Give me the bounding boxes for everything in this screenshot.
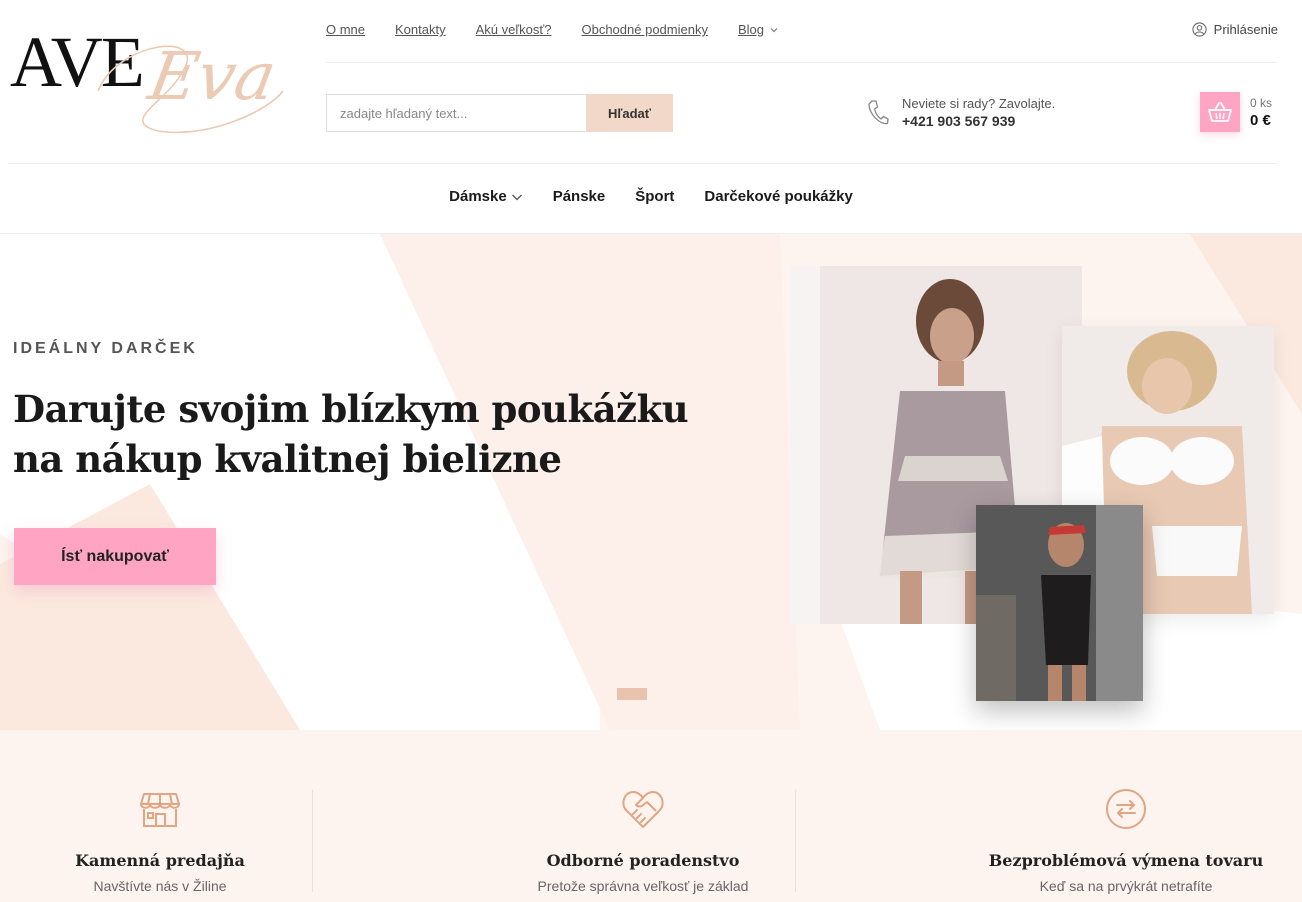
cart-quantity: 0 ks xyxy=(1250,96,1273,110)
cart-icon-box xyxy=(1200,92,1240,132)
topnav-about[interactable]: O mne xyxy=(326,22,365,37)
features-strip: Kamenná predajňa Navštívte nás v Žiline … xyxy=(0,730,1302,902)
exchange-icon xyxy=(1106,789,1146,829)
topnav-terms[interactable]: Obchodné podmienky xyxy=(581,22,707,37)
feature-store-title: Kamenná predajňa xyxy=(75,851,245,870)
login-link[interactable]: Prihlásenie xyxy=(1192,22,1278,37)
feature-divider xyxy=(312,790,313,892)
cart-widget[interactable]: 0 ks 0 € xyxy=(1200,92,1272,132)
feature-advice-title: Odborné poradenstvo xyxy=(546,851,740,870)
contact-question: Neviete si rady? Zavolajte. xyxy=(902,96,1056,111)
contact-phone: Neviete si rady? Zavolajte. +421 903 567… xyxy=(866,96,1055,129)
logo-script: Eva xyxy=(143,38,282,115)
feature-exchange-title: Bezproblémová výmena tovaru xyxy=(988,851,1264,870)
hero-cta-button[interactable]: Ísť nakupovať xyxy=(14,528,216,585)
model-photo-icon xyxy=(976,505,1143,701)
cart-total: 0 € xyxy=(1250,112,1271,129)
mainnav-sport[interactable]: Šport xyxy=(635,188,674,205)
search-form: Hľadať xyxy=(326,94,673,132)
mainnav-gift-vouchers-label: Darčekové poukážky xyxy=(704,188,853,205)
chevron-down-icon xyxy=(511,194,522,200)
hero-eyebrow: IDEÁLNY DARČEK xyxy=(13,340,198,357)
feature-exchange: Bezproblémová výmena tovaru Keď sa na pr… xyxy=(985,788,1267,894)
mainnav-women-label: Dámske xyxy=(449,188,507,205)
main-navigation: Dámske Pánske Šport Darčekové poukážky xyxy=(0,188,1302,205)
topnav-contacts-label: Kontakty xyxy=(395,22,446,37)
feature-store: Kamenná predajňa Navštívte nás v Žiline xyxy=(40,788,280,894)
brand-logo[interactable]: AVE Eva xyxy=(8,26,298,136)
search-button[interactable]: Hľadať xyxy=(586,94,673,132)
search-input[interactable] xyxy=(326,94,586,132)
feature-advice: Odborné poradenstvo Pretože správna veľk… xyxy=(503,788,783,894)
top-navigation: O mne Kontakty Akú veľkosť? Obchodné pod… xyxy=(326,22,779,37)
topnav-about-label: O mne xyxy=(326,22,366,37)
store-icon xyxy=(140,793,180,827)
login-label: Prihlásenie xyxy=(1213,22,1278,37)
header-divider xyxy=(326,62,1278,63)
mainnav-women[interactable]: Dámske xyxy=(449,188,523,205)
user-icon xyxy=(1192,22,1207,37)
topnav-size-guide-label: Akú veľkosť? xyxy=(475,22,552,37)
mainnav-sport-label: Šport xyxy=(635,188,675,205)
basket-icon xyxy=(1208,102,1232,122)
mainnav-gift-vouchers[interactable]: Darčekové poukážky xyxy=(704,188,852,205)
hero-banner: IDEÁLNY DARČEK Darujte svojim blízkym po… xyxy=(0,234,1302,730)
topnav-size-guide[interactable]: Akú veľkosť? xyxy=(476,22,552,37)
feature-exchange-subtitle: Keď sa na prvýkrát netrafíte xyxy=(1039,878,1213,894)
handshake-heart-icon xyxy=(622,790,664,828)
hero-photo-black-body xyxy=(976,505,1143,701)
feature-store-subtitle: Navštívte nás v Žiline xyxy=(93,878,227,894)
topnav-terms-label: Obchodné podmienky xyxy=(581,22,708,37)
slider-dot-active[interactable] xyxy=(617,688,647,700)
phone-icon xyxy=(868,99,889,124)
contact-phone-number[interactable]: +421 903 567 939 xyxy=(902,113,1055,129)
chevron-down-icon xyxy=(770,27,778,32)
mainnav-men[interactable]: Pánske xyxy=(553,188,606,205)
feature-advice-subtitle: Pretože správna veľkosť je základ xyxy=(537,878,749,894)
hero-headline: Darujte svojim blízkym poukážku na nákup… xyxy=(13,387,689,481)
mainnav-men-label: Pánske xyxy=(552,188,606,205)
header-divider-bottom xyxy=(8,163,1278,164)
feature-divider xyxy=(795,790,796,892)
topnav-blog[interactable]: Blog xyxy=(738,22,779,37)
topnav-contacts[interactable]: Kontakty xyxy=(395,22,446,37)
topnav-blog-label: Blog xyxy=(737,22,764,37)
